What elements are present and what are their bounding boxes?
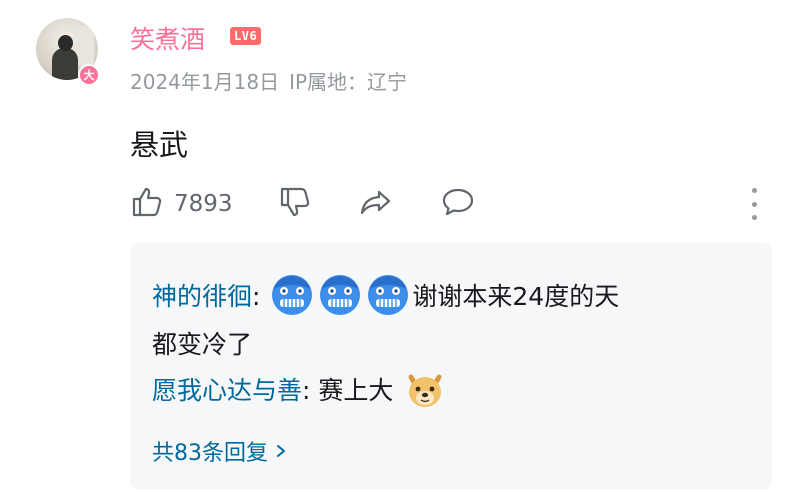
reply-item[interactable]: 愿我心达与善: 赛上大 <box>152 369 449 414</box>
reply-separator: : <box>252 282 261 311</box>
view-more-replies-link[interactable]: 共83条回复 <box>152 435 288 467</box>
reply-item[interactable]: 神的徘徊: 谢谢本来24度的天 <box>152 275 742 320</box>
freezing-face-emote <box>366 273 410 317</box>
reply-username[interactable]: 神的徘徊 <box>152 282 252 311</box>
freezing-face-emote <box>318 273 362 317</box>
dislike-button[interactable] <box>278 184 314 224</box>
comment-username[interactable]: 笑煮酒 <box>130 20 205 56</box>
comment-text: 悬武 <box>130 128 189 162</box>
reply-text: 谢谢本来24度的天 <box>412 282 620 311</box>
reply-preview-box[interactable]: 神的徘徊: 谢谢本来24度的天 都变冷了 愿我心达与善: 赛上大 共83条回复 <box>130 243 772 489</box>
reply-text: 赛上大 <box>318 376 394 405</box>
ip-location: IP属地：辽宁 <box>289 70 408 94</box>
comment-actions: 7893 <box>130 184 770 224</box>
like-button[interactable]: 7893 <box>130 184 233 224</box>
reply-button[interactable] <box>440 184 476 224</box>
more-replies-label: 共83条回复 <box>152 441 268 466</box>
comment-meta: 2024年1月18日 IP属地：辽宁 <box>130 66 417 95</box>
like-count: 7893 <box>174 191 233 217</box>
reply-text-continued: 都变冷了 <box>152 330 253 359</box>
comment-date: 2024年1月18日 <box>130 70 280 94</box>
reply-separator: : <box>302 376 311 405</box>
share-icon <box>358 184 394 224</box>
thumbs-down-icon <box>278 184 314 224</box>
thumbs-up-icon <box>130 184 166 224</box>
comment-bubble-icon <box>440 184 476 224</box>
doge-emote <box>403 367 447 411</box>
share-button[interactable] <box>358 184 394 224</box>
more-vertical-icon[interactable] <box>744 188 764 220</box>
comment-avatar[interactable]: 大 <box>36 18 100 86</box>
freezing-face-emote <box>270 273 314 317</box>
vip-badge: 大 <box>78 64 100 86</box>
chevron-right-icon <box>274 439 288 464</box>
reply-username[interactable]: 愿我心达与善 <box>152 376 302 405</box>
level-badge: LV6 <box>230 27 262 45</box>
